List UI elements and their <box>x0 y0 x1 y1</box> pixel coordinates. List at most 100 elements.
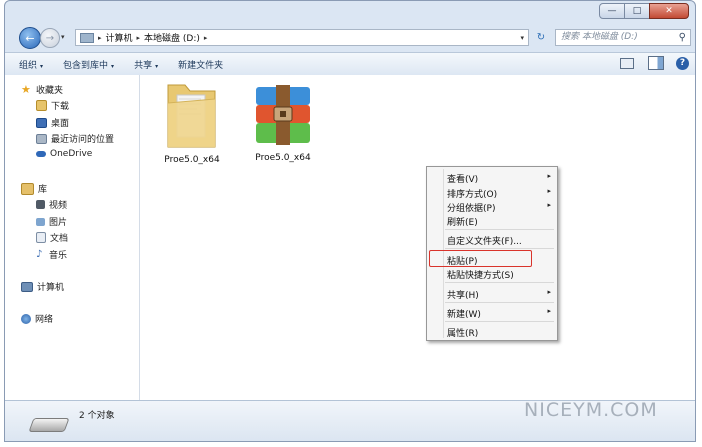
file-name: Proe5.0_x64 <box>255 153 311 163</box>
drive-icon <box>28 418 70 432</box>
chevron-right-icon[interactable]: ▸ <box>204 34 208 42</box>
command-bar: 组织 ▾ 包含到库中 ▾ 共享 ▾ 新建文件夹 ? <box>5 52 695 76</box>
search-input[interactable]: 搜索 本地磁盘 (D:) ⚲ <box>555 29 691 46</box>
desktop-icon <box>36 117 47 128</box>
preview-pane-icon[interactable] <box>648 56 664 70</box>
change-view-icon[interactable] <box>620 57 634 69</box>
sidebar-item-computer[interactable]: 计算机 <box>21 280 64 293</box>
minimize-button[interactable]: — <box>599 3 625 19</box>
menu-item-paste-shortcut[interactable]: 粘贴快捷方式(S) <box>447 268 514 281</box>
search-icon[interactable]: ⚲ <box>679 30 686 45</box>
sidebar-item-downloads[interactable]: 下载 <box>36 99 69 112</box>
video-icon <box>36 200 45 209</box>
navigation-bar: ← → ▾ ▸ 计算机 ▸ 本地磁盘 (D:) ▸ ▾ ↻ 搜索 本地磁盘 (D:)… <box>19 27 691 49</box>
chevron-down-icon: ▾ <box>40 62 44 70</box>
organize-label: 组织 <box>19 60 38 71</box>
address-dropdown-icon[interactable]: ▾ <box>520 34 524 42</box>
refresh-icon[interactable]: ↻ <box>533 30 549 46</box>
sidebar-item-documents[interactable]: 文档 <box>36 231 68 244</box>
picture-icon <box>36 217 45 226</box>
recent-pages-dropdown-icon[interactable]: ▾ <box>61 33 65 41</box>
window-controls: — □ ✕ <box>599 3 689 19</box>
submenu-arrow-icon: ▸ <box>547 187 551 195</box>
highlight-box-paste <box>429 250 532 267</box>
sidebar-item-label: 视频 <box>49 201 68 211</box>
music-icon: ♪ <box>36 248 43 260</box>
menu-separator <box>445 248 554 249</box>
close-button[interactable]: ✕ <box>649 3 689 19</box>
sidebar-item-label: 网络 <box>35 315 54 325</box>
menu-item-new[interactable]: 新建(W) <box>447 307 481 320</box>
menu-item-refresh[interactable]: 刷新(E) <box>447 215 478 228</box>
menu-item-group-by[interactable]: 分组依据(P) <box>447 201 495 214</box>
menu-separator <box>445 229 554 230</box>
star-icon: ★ <box>21 82 31 96</box>
watermark: NICEYM.COM <box>524 399 658 421</box>
menu-item-sort-by[interactable]: 排序方式(O) <box>447 187 497 200</box>
rar-archive-icon <box>256 85 310 145</box>
file-name: Proe5.0_x64 <box>164 155 220 165</box>
sidebar-item-recent-places[interactable]: 最近访问的位置 <box>36 132 114 145</box>
sidebar-item-label: 库 <box>38 185 48 195</box>
menu-item-customize-folder[interactable]: 自定义文件夹(F)... <box>447 234 522 247</box>
sidebar-item-label: 桌面 <box>51 119 70 129</box>
explorer-window: — □ ✕ ← → ▾ ▸ 计算机 ▸ 本地磁盘 (D:) ▸ ▾ ↻ 搜索 本地磁… <box>4 0 696 442</box>
sidebar-item-videos[interactable]: 视频 <box>36 198 67 211</box>
computer-icon <box>21 281 33 292</box>
menu-separator <box>445 302 554 303</box>
menu-separator <box>445 282 554 283</box>
sidebar-item-label: 文档 <box>50 234 69 244</box>
menu-item-share-with[interactable]: 共享(H) <box>447 288 479 301</box>
network-icon <box>21 313 31 324</box>
sidebar-item-label: 音乐 <box>49 251 68 261</box>
recent-places-icon <box>36 133 47 144</box>
submenu-arrow-icon: ▸ <box>547 307 551 315</box>
document-icon <box>36 232 46 243</box>
sidebar-item-favorites[interactable]: ★ 收藏夹 <box>21 82 63 97</box>
sidebar-item-music[interactable]: ♪ 音乐 <box>36 248 67 261</box>
sidebar-item-label: 下载 <box>51 102 70 112</box>
file-list[interactable]: Proe5.0_x64 Proe5.0_x64 <box>140 75 695 400</box>
share-button[interactable]: 共享 ▾ <box>134 58 158 71</box>
back-button[interactable]: ← <box>19 27 41 49</box>
navigation-pane: ★ 收藏夹 下载 桌面 最近访问的位置 OneDrive 库 视频 图片 文档 ♪… <box>5 75 140 400</box>
chevron-down-icon: ▾ <box>111 62 115 70</box>
sidebar-item-libraries[interactable]: 库 <box>21 182 47 195</box>
file-item-archive[interactable]: Proe5.0_x64 <box>245 83 321 163</box>
toolbar-right-group: ? <box>620 56 689 70</box>
address-bar[interactable]: ▸ 计算机 ▸ 本地磁盘 (D:) ▸ ▾ <box>75 29 529 46</box>
organize-button[interactable]: 组织 ▾ <box>19 58 43 71</box>
menu-separator <box>445 321 554 322</box>
search-placeholder: 搜索 本地磁盘 (D:) <box>561 32 638 42</box>
sidebar-item-onedrive[interactable]: OneDrive <box>36 149 92 159</box>
breadcrumb-computer[interactable]: 计算机 <box>106 31 133 44</box>
sidebar-item-label: OneDrive <box>50 149 93 159</box>
forward-button[interactable]: → <box>40 28 60 48</box>
share-label: 共享 <box>134 60 153 71</box>
help-icon[interactable]: ? <box>676 56 689 70</box>
include-in-library-button[interactable]: 包含到库中 ▾ <box>63 58 114 71</box>
sidebar-item-pictures[interactable]: 图片 <box>36 215 67 228</box>
cloud-icon <box>36 151 46 157</box>
chevron-right-icon[interactable]: ▸ <box>137 34 141 42</box>
sidebar-item-label: 最近访问的位置 <box>51 135 115 145</box>
folder-icon <box>167 84 216 148</box>
include-in-library-label: 包含到库中 <box>63 60 109 71</box>
sidebar-item-network[interactable]: 网络 <box>21 312 53 325</box>
sidebar-item-desktop[interactable]: 桌面 <box>36 116 69 129</box>
breadcrumb-local-disk-d[interactable]: 本地磁盘 (D:) <box>144 31 200 44</box>
library-icon <box>21 182 34 195</box>
menu-item-properties[interactable]: 属性(R) <box>447 326 478 339</box>
computer-icon <box>80 32 94 43</box>
item-count: 2 个对象 <box>79 411 115 421</box>
file-item-folder[interactable]: Proe5.0_x64 <box>154 79 230 165</box>
chevron-right-icon[interactable]: ▸ <box>98 34 102 42</box>
download-folder-icon <box>36 100 47 111</box>
submenu-arrow-icon: ▸ <box>547 172 551 180</box>
sidebar-item-label: 图片 <box>49 218 68 228</box>
context-menu: 查看(V) ▸ 排序方式(O) ▸ 分组依据(P) ▸ 刷新(E) 自定义文件夹(F)… <box>426 166 558 341</box>
maximize-button[interactable]: □ <box>624 3 650 19</box>
new-folder-button[interactable]: 新建文件夹 <box>178 58 223 71</box>
submenu-arrow-icon: ▸ <box>547 288 551 296</box>
menu-item-view[interactable]: 查看(V) <box>447 172 478 185</box>
